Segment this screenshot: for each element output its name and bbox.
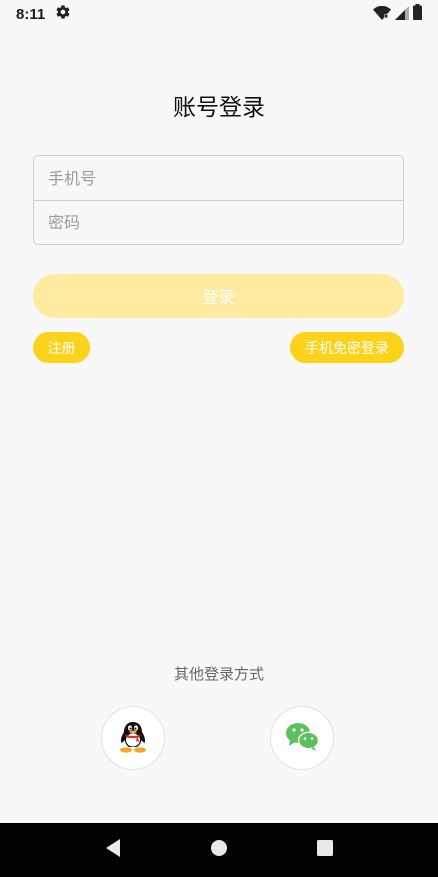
page-title: 账号登录 — [173, 95, 265, 121]
qq-login-button[interactable] — [101, 706, 165, 770]
status-right — [373, 4, 422, 24]
back-triangle-icon[interactable] — [104, 838, 122, 862]
register-button[interactable]: 注册 — [33, 332, 90, 363]
sms-login-button[interactable]: 手机免密登录 — [290, 332, 404, 363]
password-row — [34, 200, 403, 244]
login-form — [33, 155, 404, 245]
wifi-icon — [373, 5, 391, 24]
battery-icon — [413, 4, 422, 24]
wechat-login-button[interactable] — [270, 706, 334, 770]
navigation-bar — [0, 823, 438, 877]
other-login-label: 其他登录方式 — [173, 665, 264, 683]
password-input[interactable] — [46, 212, 403, 233]
status-time: 8:11 — [16, 5, 46, 23]
home-circle-icon[interactable] — [210, 839, 228, 861]
phone-input[interactable] — [46, 167, 403, 189]
status-bar: 8:11 — [0, 0, 438, 28]
phone-row — [34, 156, 403, 200]
wechat-icon — [284, 721, 320, 755]
cellular-signal-icon — [395, 5, 409, 24]
status-left: 8:11 — [16, 4, 71, 24]
qq-icon — [118, 719, 148, 757]
gear-icon — [55, 4, 71, 24]
login-button[interactable]: 登录 — [33, 274, 404, 318]
recents-square-icon[interactable] — [316, 839, 334, 861]
